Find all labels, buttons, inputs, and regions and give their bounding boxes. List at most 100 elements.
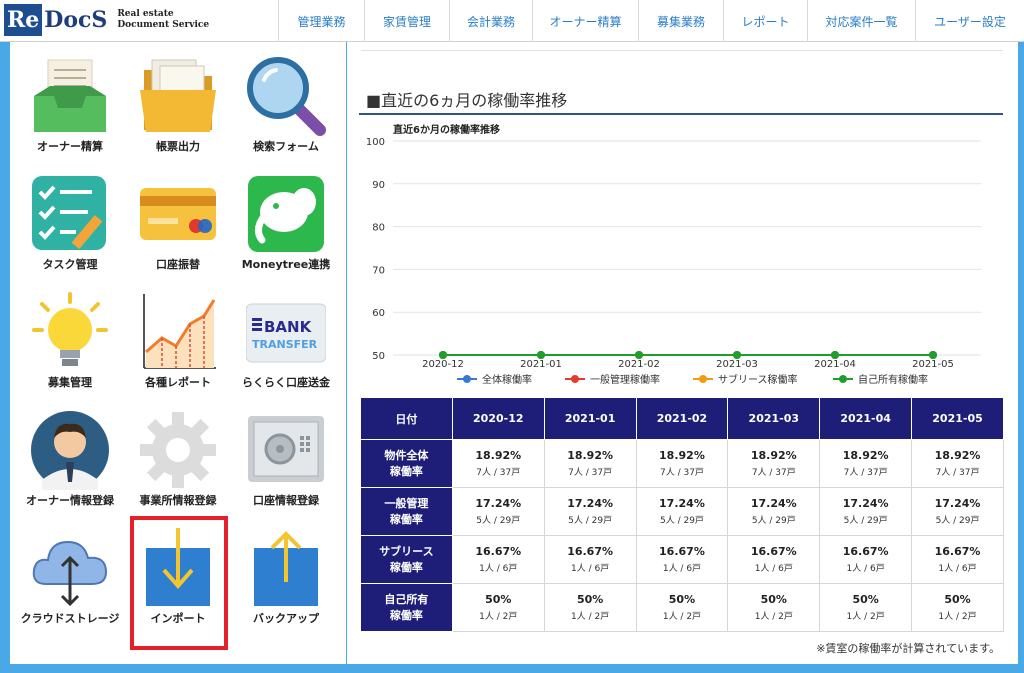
tile-label: 口座情報登録 xyxy=(253,494,319,507)
row-header: 物件全体 稼働率 xyxy=(360,439,453,488)
logo-re: Re xyxy=(4,4,43,36)
y-tick-label: 80 xyxy=(372,223,385,234)
legend-label: 自己所有稼働率 xyxy=(858,373,928,386)
table-cell: 16.67% 1人 / 6戸 xyxy=(543,535,637,584)
tile-label: 事業所情報登録 xyxy=(139,494,217,507)
date-header: 2021-01 xyxy=(543,397,637,440)
redocs-logo[interactable]: Re DocS Real estate Document Service xyxy=(4,4,209,36)
tile-easy-remittance[interactable]: BANK TRANSFER らくらく口座送金 xyxy=(232,284,340,402)
date-header: 2021-03 xyxy=(727,397,821,440)
content-panel: ■直近の6ヵ月の稼働率推移 直近6か月の稼働率推移 50 60 70 80 90 100 … xyxy=(347,42,1018,664)
rate-value: 18.92% xyxy=(934,449,981,462)
legend-item[interactable]: 一般管理稼働率 xyxy=(565,373,660,386)
nav-item-accounting[interactable]: 会計業務 xyxy=(449,0,532,42)
table-cell: 50% 1人 / 2戸 xyxy=(911,583,1004,632)
tile-bank-account-registration[interactable]: 口座情報登録 xyxy=(232,402,340,520)
tile-label: 各種レポート xyxy=(145,376,211,389)
nav-item-management[interactable]: 管理業務 xyxy=(278,0,364,42)
tile-owner-settlement[interactable]: オーナー精算 xyxy=(16,48,124,166)
tile-label: タスク管理 xyxy=(42,258,98,271)
rate-value: 50% xyxy=(668,593,696,606)
y-tick-label: 50 xyxy=(372,351,385,362)
import-highlight-box xyxy=(130,516,228,650)
tile-account-transfer[interactable]: 口座振替 xyxy=(124,166,232,284)
row-header-line1: 一般管理 xyxy=(384,496,429,510)
growth-chart-icon xyxy=(143,294,216,369)
series-point xyxy=(831,351,839,359)
legend-item[interactable]: 自己所有稼働率 xyxy=(833,373,928,386)
main-nav: 管理業務 家賃管理 会計業務 オーナー精算 募集業務 レポート 対応案件一覧 ユ… xyxy=(278,0,1024,42)
table-cell: 17.24% 5人 / 29戸 xyxy=(727,487,821,536)
rate-value: 17.24% xyxy=(842,497,889,510)
count-value: 1人 / 2戸 xyxy=(846,612,885,622)
nav-item-recruitment[interactable]: 募集業務 xyxy=(638,0,723,42)
rate-value: 50% xyxy=(760,593,787,606)
tile-task-management[interactable]: タスク管理 xyxy=(16,166,124,284)
table-row: 一般管理 稼働率 17.24% 5人 / 29戸 17.24% 5人 / 29戸 17.24… xyxy=(360,487,1004,536)
legend-swatch-dot xyxy=(463,375,471,383)
rate-value: 16.67% xyxy=(567,545,614,558)
section-title: ■直近の6ヵ月の稼働率推移 xyxy=(366,91,568,110)
legend-item[interactable]: サブリース稼働率 xyxy=(693,373,798,386)
count-value: 5人 / 29戸 xyxy=(476,516,521,526)
footnote: ※賃室の稼働率が計算されています。 xyxy=(816,642,1000,655)
table-cell: 16.67% 1人 / 6戸 xyxy=(451,535,545,584)
date-header: 2021-05 xyxy=(911,397,1004,440)
count-value: 5人 / 29戸 xyxy=(659,516,704,526)
legend-item[interactable]: 全体稼働率 xyxy=(457,373,532,386)
y-tick-label: 100 xyxy=(366,137,385,148)
table-cell: 16.67% 1人 / 6戸 xyxy=(819,535,913,584)
series-point xyxy=(439,351,447,359)
row-header: サブリース 稼働率 xyxy=(360,535,453,584)
count-value: 7人 / 37戸 xyxy=(751,468,796,478)
row-header-line1: 自己所有 xyxy=(384,592,429,606)
tile-recruitment[interactable]: 募集管理 xyxy=(16,284,124,402)
chart-title: 直近6か月の稼働率推移 xyxy=(393,123,500,136)
logo-subtitle-line1: Real estate xyxy=(117,9,174,19)
nav-item-user-settings[interactable]: ユーザー設定 xyxy=(915,0,1024,42)
person-avatar-icon xyxy=(31,411,109,490)
row-header: 一般管理 稼働率 xyxy=(360,487,453,536)
nav-item-rent[interactable]: 家賃管理 xyxy=(364,0,449,42)
tile-label: らくらく口座送金 xyxy=(242,376,330,389)
logo-subtitle-line2: Document Service xyxy=(117,20,210,30)
rate-value: 18.92% xyxy=(475,449,522,462)
table-cell: 16.67% 1人 / 6戸 xyxy=(727,535,821,584)
table-cell: 17.24% 5人 / 29戸 xyxy=(911,487,1004,536)
tile-cloud-storage[interactable]: クラウドストレージ xyxy=(16,520,124,638)
table-cell: 18.92% 7人 / 37戸 xyxy=(635,439,729,488)
count-value: 7人 / 37戸 xyxy=(476,468,521,478)
checklist-icon xyxy=(32,176,106,250)
bank-transfer-icon: BANK TRANSFER xyxy=(246,303,326,363)
tile-backup[interactable]: バックアップ xyxy=(232,520,340,638)
nav-item-cases[interactable]: 対応案件一覧 xyxy=(807,0,915,42)
nav-item-report[interactable]: レポート xyxy=(723,0,807,42)
tile-label: オーナー精算 xyxy=(37,140,103,153)
rate-value: 17.24% xyxy=(659,497,705,510)
count-value: 1人 / 2戸 xyxy=(754,612,793,622)
legend-label: 一般管理稼働率 xyxy=(590,373,660,386)
rate-value: 18.92% xyxy=(750,449,797,462)
table-row: 自己所有 稼働率 50% 1人 / 2戸 50% 1人 / 2戸 50% 1人 / 2戸 50%… xyxy=(360,583,1004,632)
rate-value: 16.67% xyxy=(659,545,705,558)
magnifier-icon xyxy=(247,57,326,136)
tile-forms-output[interactable]: 帳票出力 xyxy=(124,48,232,166)
occupancy-line-chart: 直近6か月の稼働率推移 50 60 70 80 90 100 2020-12 2021-01… xyxy=(366,123,981,386)
date-header: 2021-04 xyxy=(819,397,913,440)
tile-search-form[interactable]: 検索フォーム xyxy=(232,48,340,166)
rate-value: 17.24% xyxy=(567,497,614,510)
nav-item-owner-settlement[interactable]: オーナー精算 xyxy=(532,0,638,42)
tile-owner-registration[interactable]: オーナー情報登録 xyxy=(16,402,124,520)
table-cell: 18.92% 7人 / 37戸 xyxy=(543,439,637,488)
table-cell: 50% 1人 / 2戸 xyxy=(635,583,729,632)
tile-moneytree[interactable]: Moneytree連携 xyxy=(232,166,340,284)
table-header-row: 日付 2020-12 2021-01 2021-02 2021-03 2021-… xyxy=(360,397,1004,440)
table-cell: 17.24% 5人 / 29戸 xyxy=(451,487,545,536)
tile-office-registration[interactable]: 事業所情報登録 xyxy=(124,402,232,520)
menu-panel: オーナー精算 帳票出力 検索フォーム タスク管理 口座振替 Moneytree連… xyxy=(10,42,346,664)
count-value: 1人 / 2戸 xyxy=(479,612,518,622)
table-row: サブリース 稼働率 16.67% 1人 / 6戸 16.67% 1人 / 6戸 16.67%… xyxy=(360,535,1004,584)
top-header: Re DocS Real estate Document Service 管理業… xyxy=(0,0,1024,42)
tile-reports[interactable]: 各種レポート xyxy=(124,284,232,402)
count-value: 5人 / 29戸 xyxy=(843,516,888,526)
